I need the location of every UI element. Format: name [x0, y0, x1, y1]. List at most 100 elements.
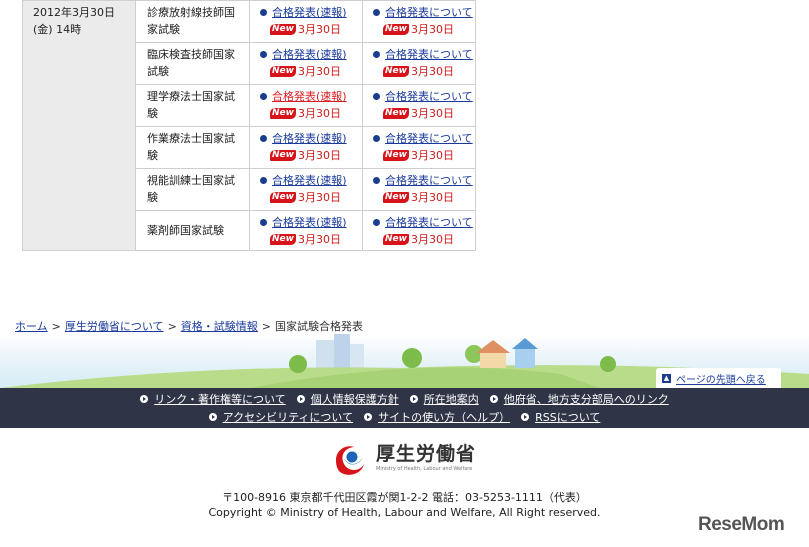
- bullet-icon: [373, 51, 380, 58]
- exam-name-cell: 臨床検査技師国家試験: [135, 42, 250, 85]
- quick-result-link[interactable]: 合格発表(速報): [272, 88, 347, 105]
- new-badge-icon: New: [383, 234, 409, 245]
- quick-result-cell: 合格発表(速報) New 3月30日: [249, 210, 363, 251]
- bullet-icon: [260, 177, 267, 184]
- footer-link-item[interactable]: アクセシビリティについて: [208, 409, 353, 425]
- footer-link-copyright[interactable]: リンク・著作権等について: [154, 391, 285, 407]
- about-cell: 合格発表について New 3月30日: [362, 168, 476, 211]
- quick-result-link[interactable]: 合格発表(速報): [272, 172, 347, 189]
- about-link[interactable]: 合格発表について: [385, 4, 473, 21]
- bullet-icon: [260, 93, 267, 100]
- new-badge-icon: New: [383, 66, 409, 77]
- footer-link-rss[interactable]: RSSについて: [535, 409, 600, 425]
- quick-result-link[interactable]: 合格発表(速報): [272, 4, 347, 21]
- exam-name: 診療放射線技師国家試験: [147, 6, 235, 36]
- footer-link-item[interactable]: 他府省、地方支分部局へのリンク: [489, 391, 669, 407]
- new-date: 3月30日: [410, 107, 454, 120]
- quick-result-link[interactable]: 合格発表(速報): [272, 130, 347, 147]
- building-icon: [350, 344, 364, 368]
- building-icon: [316, 340, 334, 368]
- footer-link-help[interactable]: サイトの使い方（ヘルプ）: [378, 409, 510, 425]
- about-link[interactable]: 合格発表について: [385, 214, 473, 231]
- breadcrumb-separator: >: [51, 320, 61, 333]
- new-date: 3月30日: [297, 107, 341, 120]
- footer-nav-row: アクセシビリティについて サイトの使い方（ヘルプ） RSSについて: [0, 409, 809, 425]
- about-link[interactable]: 合格発表について: [385, 88, 473, 105]
- house-icon: [480, 352, 506, 368]
- breadcrumb-current: 国家試験合格発表: [275, 320, 363, 333]
- quick-result-cell: 合格発表(速報) New 3月30日: [249, 42, 363, 85]
- breadcrumb-qualifications-link[interactable]: 資格・試験情報: [181, 320, 258, 333]
- new-date: 3月30日: [410, 149, 454, 162]
- ministry-emblem-icon: [336, 446, 364, 475]
- footer-copyright: Copyright © Ministry of Health, Labour a…: [208, 506, 601, 519]
- ministry-logo[interactable]: 厚生労働省 Ministry of Health, Labour and Wel…: [330, 438, 480, 478]
- exam-name: 理学療法士国家試験: [147, 90, 235, 120]
- exam-name-cell: 診療放射線技師国家試験: [135, 0, 250, 43]
- footer-link-item[interactable]: RSSについて: [521, 409, 600, 425]
- bullet-icon: [373, 177, 380, 184]
- about-cell: 合格発表について New 3月30日: [362, 126, 476, 169]
- bullet-icon: [373, 219, 380, 226]
- footer-link-item[interactable]: リンク・著作権等について: [140, 391, 286, 407]
- footer-link-accessibility[interactable]: アクセシビリティについて: [223, 409, 353, 425]
- bullet-icon: [260, 135, 267, 142]
- footer-link-access[interactable]: 所在地案内: [424, 391, 479, 407]
- arrow-bullet-icon: [140, 395, 149, 403]
- new-date: 3月30日: [410, 233, 454, 246]
- announce-date: 2012年3月30日 (金) 14時: [33, 6, 115, 36]
- tree-icon: [289, 355, 307, 373]
- arrow-up-icon: ▲: [662, 373, 671, 383]
- new-date: 3月30日: [297, 149, 341, 162]
- footer-link-item[interactable]: 所在地案内: [409, 391, 479, 407]
- new-badge-icon: New: [383, 108, 409, 119]
- breadcrumb-about-link[interactable]: 厚生労働省について: [65, 320, 164, 333]
- house-roof-icon: [476, 340, 510, 353]
- new-badge-icon: New: [270, 66, 296, 77]
- footer-address: 〒100-8916 東京都千代田区霞が関1-2-2 電話：03-5253-111…: [222, 491, 587, 504]
- footer-nav-row: リンク・著作権等について 個人情報保護方針 所在地案内 他府省、地方支分部局への…: [0, 391, 809, 407]
- bullet-icon: [260, 219, 267, 226]
- new-date: 3月30日: [297, 233, 341, 246]
- breadcrumb-home-link[interactable]: ホーム: [15, 320, 48, 333]
- about-link[interactable]: 合格発表について: [385, 46, 473, 63]
- footer-link-privacy[interactable]: 個人情報保護方針: [311, 391, 399, 407]
- tree-icon: [600, 356, 616, 372]
- new-date: 3月30日: [410, 23, 454, 36]
- quick-result-cell: 合格発表(速報) New 3月30日: [249, 0, 363, 43]
- logo-title: 厚生労働省: [376, 443, 477, 465]
- new-badge-icon: New: [270, 24, 296, 35]
- new-date: 3月30日: [297, 191, 341, 204]
- bullet-icon: [373, 93, 380, 100]
- bullet-icon: [260, 9, 267, 16]
- bullet-icon: [260, 51, 267, 58]
- footer-nav: リンク・著作権等について 個人情報保護方針 所在地案内 他府省、地方支分部局への…: [0, 388, 809, 428]
- table-row: 2012年3月30日 (金) 14時 診療放射線技師国家試験 合格発表(速報) …: [22, 0, 476, 251]
- quick-result-cell: 合格発表(速報) New 3月30日: [249, 168, 363, 211]
- quick-result-link[interactable]: 合格発表(速報): [272, 46, 347, 63]
- logo-text: 厚生労働省 Ministry of Health, Labour and Wel…: [376, 443, 476, 473]
- quick-result-link[interactable]: 合格発表(速報): [272, 214, 347, 231]
- new-badge-icon: New: [270, 150, 296, 161]
- arrow-bullet-icon: [489, 395, 498, 403]
- footer-link-other-ministries[interactable]: 他府省、地方支分部局へのリンク: [504, 391, 669, 407]
- arrow-bullet-icon: [208, 413, 217, 421]
- arrow-bullet-icon: [296, 395, 305, 403]
- page-top-label[interactable]: ページの先頭へ戻る: [676, 371, 766, 386]
- about-link[interactable]: 合格発表について: [385, 130, 473, 147]
- exam-name-cell: 視能訓練士国家試験: [135, 168, 250, 211]
- exam-name-cell: 理学療法士国家試験: [135, 84, 250, 127]
- about-link[interactable]: 合格発表について: [385, 172, 473, 189]
- footer-link-item[interactable]: 個人情報保護方針: [296, 391, 399, 407]
- page-top-link[interactable]: ▲ ページの先頭へ戻る: [656, 368, 781, 388]
- logo-subtitle: Ministry of Health, Labour and Welfare: [376, 466, 473, 472]
- exam-name: 作業療法士国家試験: [147, 132, 235, 162]
- new-date: 3月30日: [410, 65, 454, 78]
- new-badge-icon: New: [383, 192, 409, 203]
- new-badge-icon: New: [270, 108, 296, 119]
- breadcrumb: ホーム > 厚生労働省について > 資格・試験情報 > 国家試験合格発表: [15, 318, 363, 334]
- footer-link-item[interactable]: サイトの使い方（ヘルプ）: [364, 409, 510, 425]
- exam-name: 薬剤師国家試験: [147, 224, 224, 237]
- house-roof-icon: [512, 338, 538, 349]
- resemom-watermark: ReseMom: [698, 514, 785, 535]
